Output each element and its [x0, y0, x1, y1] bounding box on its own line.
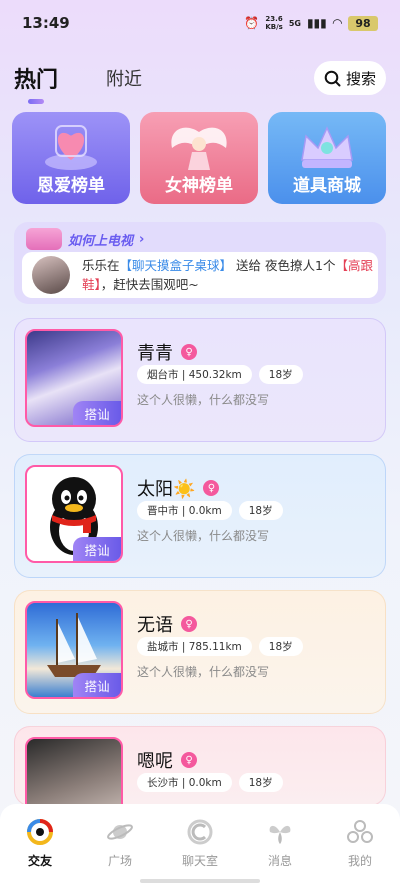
angel-icon: [171, 127, 227, 170]
user-name: 嗯呢: [137, 751, 173, 772]
user-name: 无语: [137, 615, 173, 636]
status-time: 13:49: [22, 14, 70, 32]
tv-icon: [26, 228, 62, 250]
user-photo[interactable]: 搭讪: [25, 465, 123, 563]
chatroom-icon: [187, 819, 213, 845]
tv-broadcast-panel[interactable]: 如何上电视 › 乐乐在【聊天摸盒子桌球】 送给 夜色撩人1个【高跟鞋】，赶快去围…: [14, 222, 386, 304]
tab-nearby[interactable]: 附近: [106, 65, 142, 91]
rank-cards: 恩爱榜单 女神榜单 道具商城: [12, 112, 386, 204]
avatar: [32, 256, 70, 294]
planet-icon: [107, 824, 133, 840]
room-link[interactable]: 【聊天摸盒子桌球】: [120, 258, 233, 273]
signal-icon: ▮▮▮: [306, 16, 327, 30]
heart-box-icon: [45, 125, 97, 170]
active-tab-indicator: [28, 99, 44, 104]
user-card[interactable]: 搭讪 无语 ♀ 盐城市 | 785.11km 18岁 这个人很懒，什么都没写: [14, 590, 386, 714]
user-bio: 这个人很懒，什么都没写: [137, 393, 270, 407]
broadcast-message[interactable]: 乐乐在【聊天摸盒子桌球】 送给 夜色撩人1个【高跟鞋】，赶快去围观吧~: [22, 252, 378, 298]
user-photo[interactable]: 搭讪: [25, 329, 123, 427]
chat-button[interactable]: 搭讪: [73, 537, 121, 561]
user-name: 青青: [137, 343, 173, 364]
female-icon: ♀: [181, 752, 197, 768]
female-icon: ♀: [203, 480, 220, 496]
user-card[interactable]: 搭讪 青青 ♀ 烟台市 | 450.32km 18岁 这个人很懒，什么都没写: [14, 318, 386, 442]
user-bio: 这个人很懒，什么都没写: [137, 529, 270, 543]
age-tag: 18岁: [258, 637, 303, 656]
goddess-rank-card[interactable]: 女神榜单: [140, 112, 258, 204]
user-card[interactable]: 搭讪 太阳☀️ ♀ 晋中市 | 0.0km 18岁 这个人很懒，什么都没写: [14, 454, 386, 578]
profile-icon: [347, 820, 373, 843]
network-type: 5G: [288, 18, 301, 28]
status-bar: 13:49 ⏰ 23.6 KB/s 5G ▮▮▮ ◠ 98: [0, 0, 400, 46]
age-tag: 18岁: [238, 773, 283, 792]
age-tag: 18岁: [258, 365, 303, 384]
user-name: 太阳☀️: [137, 479, 196, 500]
chevron-right-icon: ›: [139, 231, 145, 247]
top-tabs: 热门 附近 搜索: [14, 58, 386, 104]
network-speed: 23.6 KB/s: [265, 15, 283, 31]
location-tag: 长沙市 | 0.0km: [137, 773, 232, 792]
crown-icon: [301, 126, 353, 168]
female-icon: ♀: [181, 616, 197, 632]
user-card[interactable]: 嗯呢 ♀ 长沙市 | 0.0km 18岁: [14, 726, 386, 835]
female-icon: ♀: [181, 344, 197, 360]
home-indicator: [140, 879, 260, 883]
chat-button[interactable]: 搭讪: [73, 673, 121, 697]
search-button[interactable]: 搜索: [314, 61, 386, 95]
battery-indicator: 98: [348, 15, 378, 31]
user-photo[interactable]: 搭讪: [25, 601, 123, 699]
location-tag: 晋中市 | 0.0km: [137, 501, 232, 520]
tv-title[interactable]: 如何上电视 ›: [26, 228, 144, 250]
nav-item-profile[interactable]: 我的: [330, 818, 390, 889]
search-icon: [324, 70, 341, 86]
alarm-icon: ⏰: [244, 16, 260, 30]
age-tag: 18岁: [238, 501, 283, 520]
friends-icon: [27, 819, 53, 845]
love-rank-card[interactable]: 恩爱榜单: [12, 112, 130, 204]
chat-button[interactable]: 搭讪: [73, 401, 121, 425]
message-icon: [269, 825, 291, 844]
user-bio: 这个人很懒，什么都没写: [137, 665, 270, 679]
bottom-nav: 交友 广场 聊天室 消息 我的: [0, 804, 400, 889]
location-tag: 盐城市 | 785.11km: [137, 637, 252, 656]
wifi-icon: ◠: [332, 16, 342, 30]
location-tag: 烟台市 | 450.32km: [137, 365, 252, 384]
tab-hot[interactable]: 热门: [14, 62, 58, 104]
broadcast-text: 乐乐在【聊天摸盒子桌球】 送给 夜色撩人1个【高跟鞋】，赶快去围观吧~: [82, 258, 373, 292]
item-shop-card[interactable]: 道具商城: [268, 112, 386, 204]
nav-item-friends[interactable]: 交友: [10, 818, 70, 889]
